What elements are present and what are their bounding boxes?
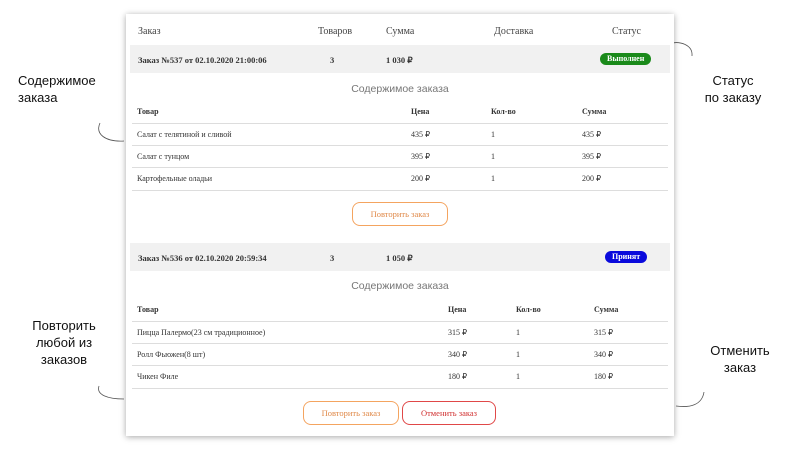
curve-repeat bbox=[98, 385, 125, 400]
status-badge: Принят bbox=[605, 251, 648, 263]
note-repeat: Повторить любой из заказов bbox=[32, 318, 96, 367]
col-product: Товар bbox=[137, 107, 159, 116]
order-title: Заказ №536 от 02.10.2020 20:59:34 bbox=[138, 253, 267, 263]
header-sum: Сумма bbox=[386, 26, 415, 37]
col-sum: Сумма bbox=[582, 107, 607, 116]
repeat-order-button[interactable]: Повторить заказ bbox=[303, 401, 399, 425]
col-product: Товар bbox=[137, 305, 159, 314]
table-row: Пицца Палермо(23 см традиционное) 315 ₽ … bbox=[132, 321, 668, 344]
curve-contents bbox=[98, 122, 125, 142]
col-sum: Сумма bbox=[594, 305, 619, 314]
header-order: Заказ bbox=[138, 26, 161, 37]
repeat-order-button[interactable]: Повторить заказ bbox=[352, 202, 448, 226]
header-items: Товаров bbox=[318, 26, 353, 37]
order-row-536[interactable]: Заказ №536 от 02.10.2020 20:59:34 3 1 05… bbox=[130, 243, 670, 271]
orders-panel: Заказ Товаров Сумма Доставка Статус Зака… bbox=[126, 14, 674, 436]
order-row-537[interactable]: Заказ №537 от 02.10.2020 21:00:06 3 1 03… bbox=[130, 45, 670, 73]
table-row: Ролл Фьюжен(8 шт) 340 ₽ 1 340 ₽ bbox=[132, 343, 668, 366]
table-row: Чикен Филе 180 ₽ 1 180 ₽ bbox=[132, 365, 668, 389]
col-qty: Кол-во bbox=[516, 305, 541, 314]
order-items-count: 3 bbox=[330, 253, 335, 263]
items-header-row: Товар Цена Кол-во Сумма bbox=[132, 299, 668, 321]
table-row: Салат с телятиной и сливой 435 ₽ 1 435 ₽ bbox=[132, 123, 668, 146]
col-price: Цена bbox=[411, 107, 430, 116]
order-items-count: 3 bbox=[330, 55, 335, 65]
note-contents: Содержимое заказа bbox=[18, 73, 96, 105]
order-sum: 1 030 ₽ bbox=[386, 55, 413, 65]
order-sum: 1 050 ₽ bbox=[386, 253, 413, 263]
order-title: Заказ №537 от 02.10.2020 21:00:06 bbox=[138, 55, 267, 65]
table-row: Салат с тунцом 395 ₽ 1 395 ₽ bbox=[132, 145, 668, 168]
note-cancel: Отменить заказ bbox=[710, 343, 770, 375]
status-badge: Выполнен bbox=[600, 53, 652, 65]
col-price: Цена bbox=[448, 305, 467, 314]
contents-title: Содержимое заказа bbox=[351, 280, 449, 292]
header-status: Статус bbox=[612, 26, 641, 37]
curve-cancel bbox=[675, 391, 705, 407]
orders-table-header: Заказ Товаров Сумма Доставка Статус bbox=[126, 14, 674, 46]
items-header-row: Товар Цена Кол-во Сумма bbox=[132, 101, 668, 123]
table-row: Картофельные оладьи 200 ₽ 1 200 ₽ bbox=[132, 167, 668, 191]
header-delivery: Доставка bbox=[494, 26, 534, 37]
note-status: Статус по заказу bbox=[704, 73, 762, 105]
cancel-order-button[interactable]: Отменить заказ bbox=[402, 401, 496, 425]
contents-title: Содержимое заказа bbox=[351, 83, 449, 95]
col-qty: Кол-во bbox=[491, 107, 516, 116]
